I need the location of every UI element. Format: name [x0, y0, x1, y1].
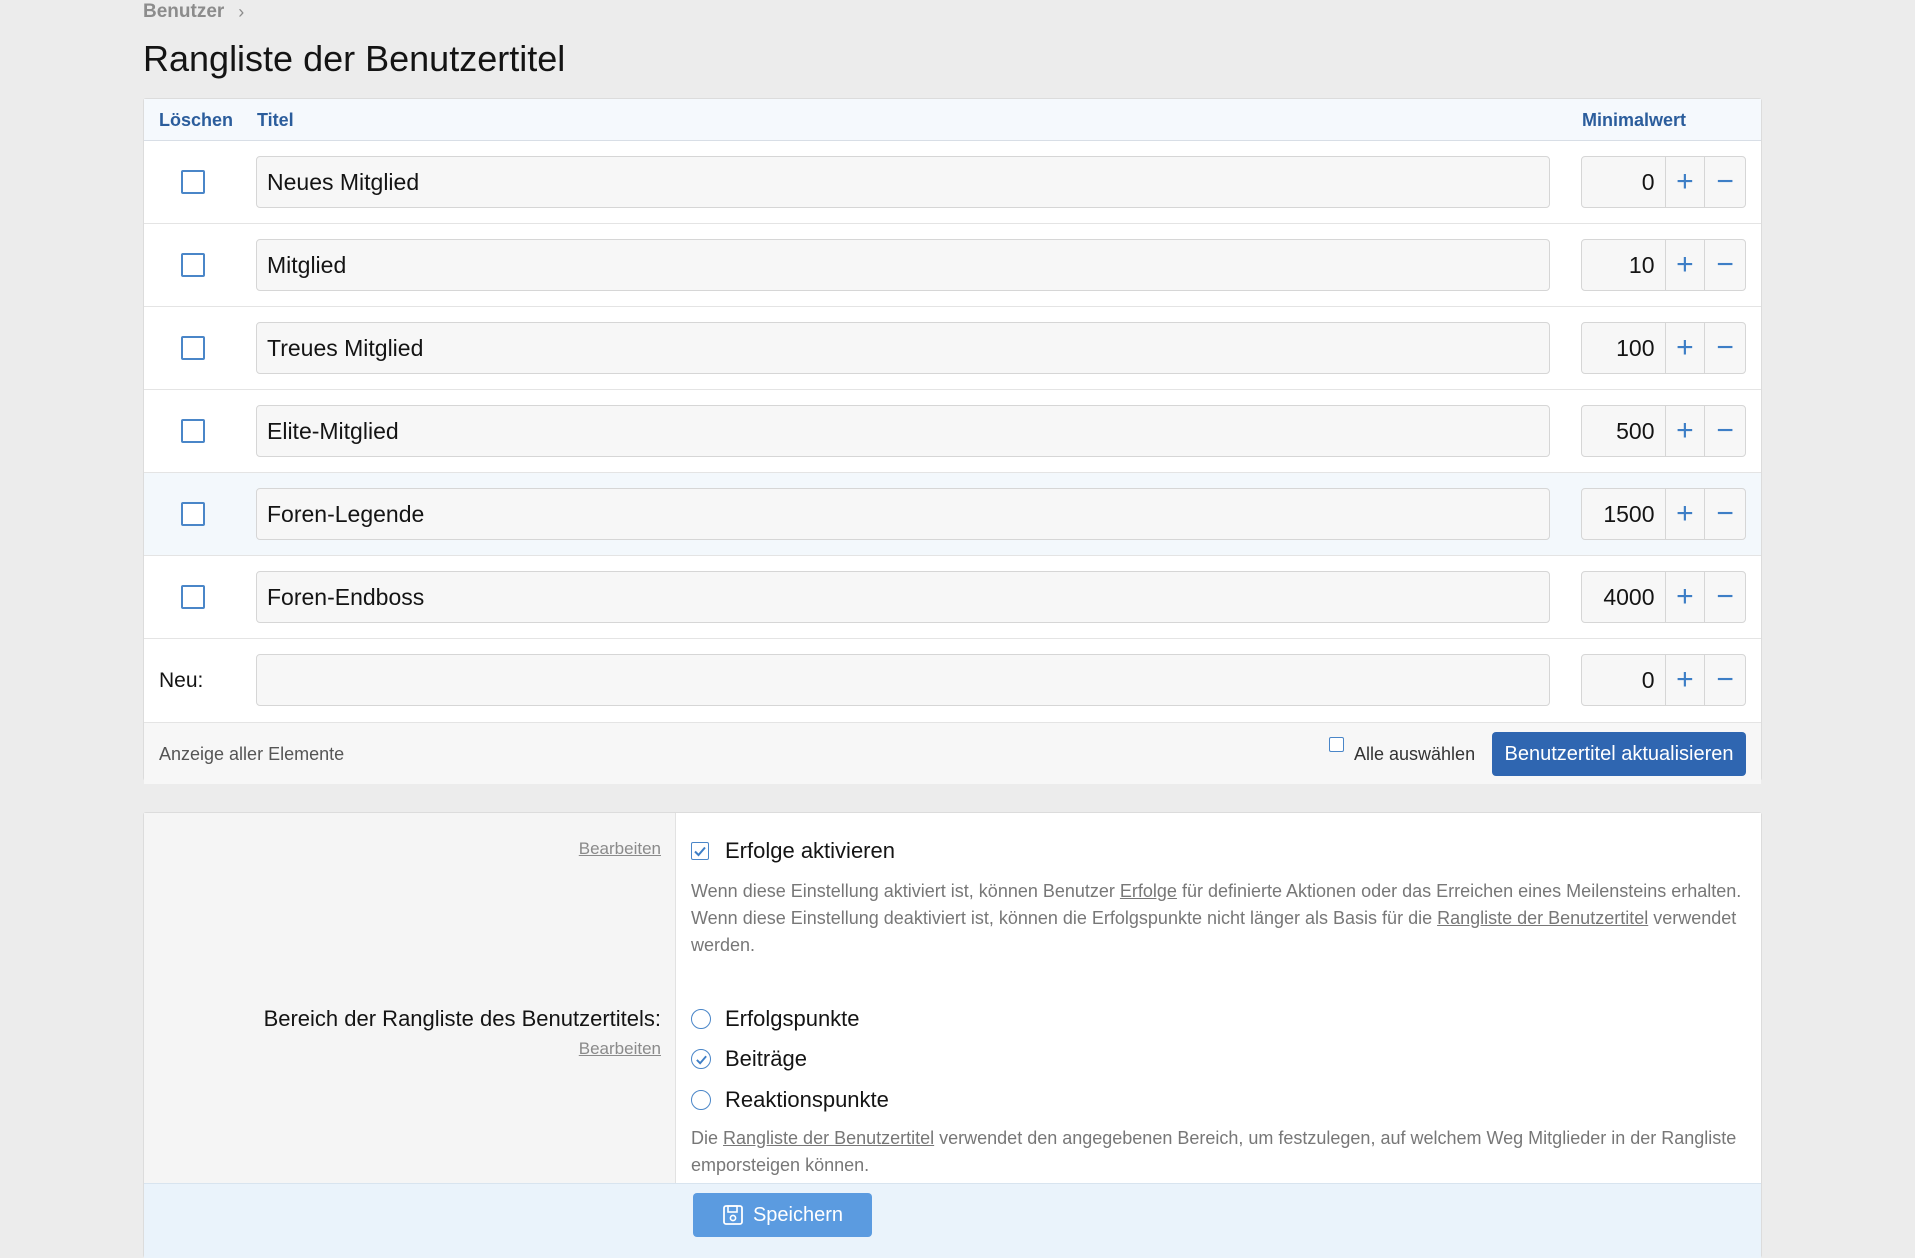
delete-checkbox[interactable] — [181, 502, 205, 526]
edit-link[interactable]: Bearbeiten — [579, 839, 661, 859]
increment-button[interactable]: + — [1666, 655, 1706, 705]
min-value-stepper: 100 + − — [1581, 322, 1746, 374]
radio-posts[interactable] — [691, 1049, 711, 1069]
title-input[interactable]: Foren-Endboss — [256, 571, 1550, 623]
table-row: Neues Mitglied 0 + − — [144, 141, 1761, 224]
desc-text: Wenn diese Einstellung aktiviert ist, kö… — [691, 881, 1120, 901]
achievements-link[interactable]: Erfolge — [1120, 881, 1177, 901]
save-button-label[interactable]: Speichern — [753, 1204, 843, 1227]
save-icon — [723, 1205, 743, 1225]
decrement-button[interactable]: − — [1705, 240, 1745, 290]
decrement-button[interactable]: − — [1705, 157, 1745, 207]
desc-text: Die — [691, 1128, 724, 1148]
decrement-button[interactable]: − — [1705, 655, 1745, 705]
check-icon — [694, 846, 706, 857]
achievements-title[interactable]: Erfolge aktivieren — [725, 838, 895, 864]
radio-achievement-points[interactable] — [691, 1009, 711, 1029]
increment-button[interactable]: + — [1666, 323, 1706, 373]
radio-label-achievement-points[interactable]: Erfolgspunkte — [725, 1006, 860, 1032]
new-min-value-stepper: 0 + − — [1581, 654, 1746, 706]
list-footer: Anzeige aller Elemente Alle auswählen Be… — [144, 722, 1761, 784]
min-value-input[interactable]: 4000 — [1582, 572, 1666, 622]
delete-checkbox[interactable] — [181, 585, 205, 609]
table-row: Mitglied 10 + − — [144, 224, 1761, 307]
option-content-column: Erfolge aktivieren Wenn diese Einstellun… — [676, 813, 1761, 981]
new-entry-label: Neu: — [159, 669, 204, 692]
achievements-checkbox[interactable] — [691, 842, 709, 860]
ladder-field-option-row: Bereich der Rangliste des Benutzertitels… — [144, 981, 1761, 1183]
header-delete: Löschen — [159, 110, 234, 130]
new-title-input[interactable] — [256, 654, 1550, 706]
increment-button[interactable]: + — [1666, 406, 1706, 456]
header-min-value: Minimalwert — [1582, 110, 1687, 130]
user-title-ladder-list: Löschen Titel Minimalwert Neues Mitglied… — [143, 98, 1762, 784]
min-value-input[interactable]: 1500 — [1582, 489, 1666, 539]
min-value-stepper: 0 + − — [1581, 156, 1746, 208]
edit-link[interactable]: Bearbeiten — [579, 1039, 661, 1059]
min-value-stepper: 1500 + − — [1581, 488, 1746, 540]
breadcrumb: Benutzer › — [143, 0, 244, 24]
min-value-input[interactable]: 500 — [1582, 406, 1666, 456]
decrement-button[interactable]: − — [1705, 406, 1745, 456]
display-all-text: Anzeige aller Elemente — [159, 744, 345, 764]
breadcrumb-item-benutzer[interactable]: Benutzer — [143, 1, 224, 23]
increment-button[interactable]: + — [1666, 489, 1706, 539]
table-row: Elite-Mitglied 500 + − — [144, 390, 1761, 473]
decrement-button[interactable]: − — [1705, 323, 1745, 373]
table-row: Foren-Legende 1500 + − — [144, 473, 1761, 556]
increment-button[interactable]: + — [1666, 572, 1706, 622]
ladder-field-label: Bereich der Rangliste des Benutzertitels… — [263, 1006, 661, 1031]
radio-label-posts[interactable]: Beiträge — [725, 1046, 807, 1072]
submit-row: Speichern — [144, 1183, 1761, 1258]
header-title: Titel — [257, 110, 294, 130]
decrement-button[interactable]: − — [1705, 489, 1745, 539]
new-entry-row: Neu: 0 + − — [144, 639, 1761, 722]
title-input[interactable]: Neues Mitglied — [256, 156, 1550, 208]
option-label-column: Bearbeiten — [144, 813, 676, 981]
delete-checkbox[interactable] — [181, 336, 205, 360]
save-button[interactable]: Speichern — [693, 1193, 872, 1237]
title-input[interactable]: Treues Mitglied — [256, 322, 1550, 374]
achievements-option-row: Bearbeiten Erfolge aktivieren Wenn diese… — [144, 813, 1761, 981]
ladder-field-description: Die Rangliste der Benutzertitel verwende… — [691, 1125, 1751, 1179]
page-title: Rangliste der Benutzertitel — [143, 38, 566, 79]
delete-checkbox[interactable] — [181, 253, 205, 277]
delete-checkbox[interactable] — [181, 419, 205, 443]
table-row: Foren-Endboss 4000 + − — [144, 556, 1761, 639]
radio-reaction-points[interactable] — [691, 1090, 711, 1110]
title-input[interactable]: Elite-Mitglied — [256, 405, 1550, 457]
min-value-stepper: 500 + − — [1581, 405, 1746, 457]
radio-label-reaction-points[interactable]: Reaktionspunkte — [725, 1087, 889, 1113]
ladder-link[interactable]: Rangliste der Benutzertitel — [723, 1128, 934, 1148]
update-titles-button[interactable]: Benutzertitel aktualisieren — [1492, 732, 1746, 776]
increment-button[interactable]: + — [1666, 240, 1706, 290]
ladder-link[interactable]: Rangliste der Benutzertitel — [1437, 908, 1648, 928]
min-value-input[interactable]: 10 — [1582, 240, 1666, 290]
title-input[interactable]: Foren-Legende — [256, 488, 1550, 540]
list-header: Löschen Titel Minimalwert — [144, 99, 1761, 141]
select-all-checkbox[interactable] — [1329, 737, 1344, 752]
check-icon — [695, 1055, 707, 1065]
delete-checkbox[interactable] — [181, 170, 205, 194]
decrement-button[interactable]: − — [1705, 572, 1745, 622]
title-input[interactable]: Mitglied — [256, 239, 1550, 291]
table-row: Treues Mitglied 100 + − — [144, 307, 1761, 390]
min-value-stepper: 10 + − — [1581, 239, 1746, 291]
select-all-label[interactable]: Alle auswählen — [1354, 744, 1475, 765]
options-block: Bearbeiten Erfolge aktivieren Wenn diese… — [143, 812, 1762, 1258]
increment-button[interactable]: + — [1666, 157, 1706, 207]
option-label-column: Bereich der Rangliste des Benutzertitels… — [144, 981, 676, 1183]
min-value-input[interactable]: 100 — [1582, 323, 1666, 373]
min-value-input[interactable]: 0 — [1582, 157, 1666, 207]
option-content-column: Erfolgspunkte Beiträge Reaktionspunkte D… — [676, 981, 1761, 1183]
select-all-control[interactable]: Alle auswählen — [1329, 737, 1475, 765]
achievements-description: Wenn diese Einstellung aktiviert ist, kö… — [691, 878, 1751, 959]
chevron-right-icon: › — [238, 1, 245, 22]
new-min-value-input[interactable]: 0 — [1582, 655, 1666, 705]
min-value-stepper: 4000 + − — [1581, 571, 1746, 623]
